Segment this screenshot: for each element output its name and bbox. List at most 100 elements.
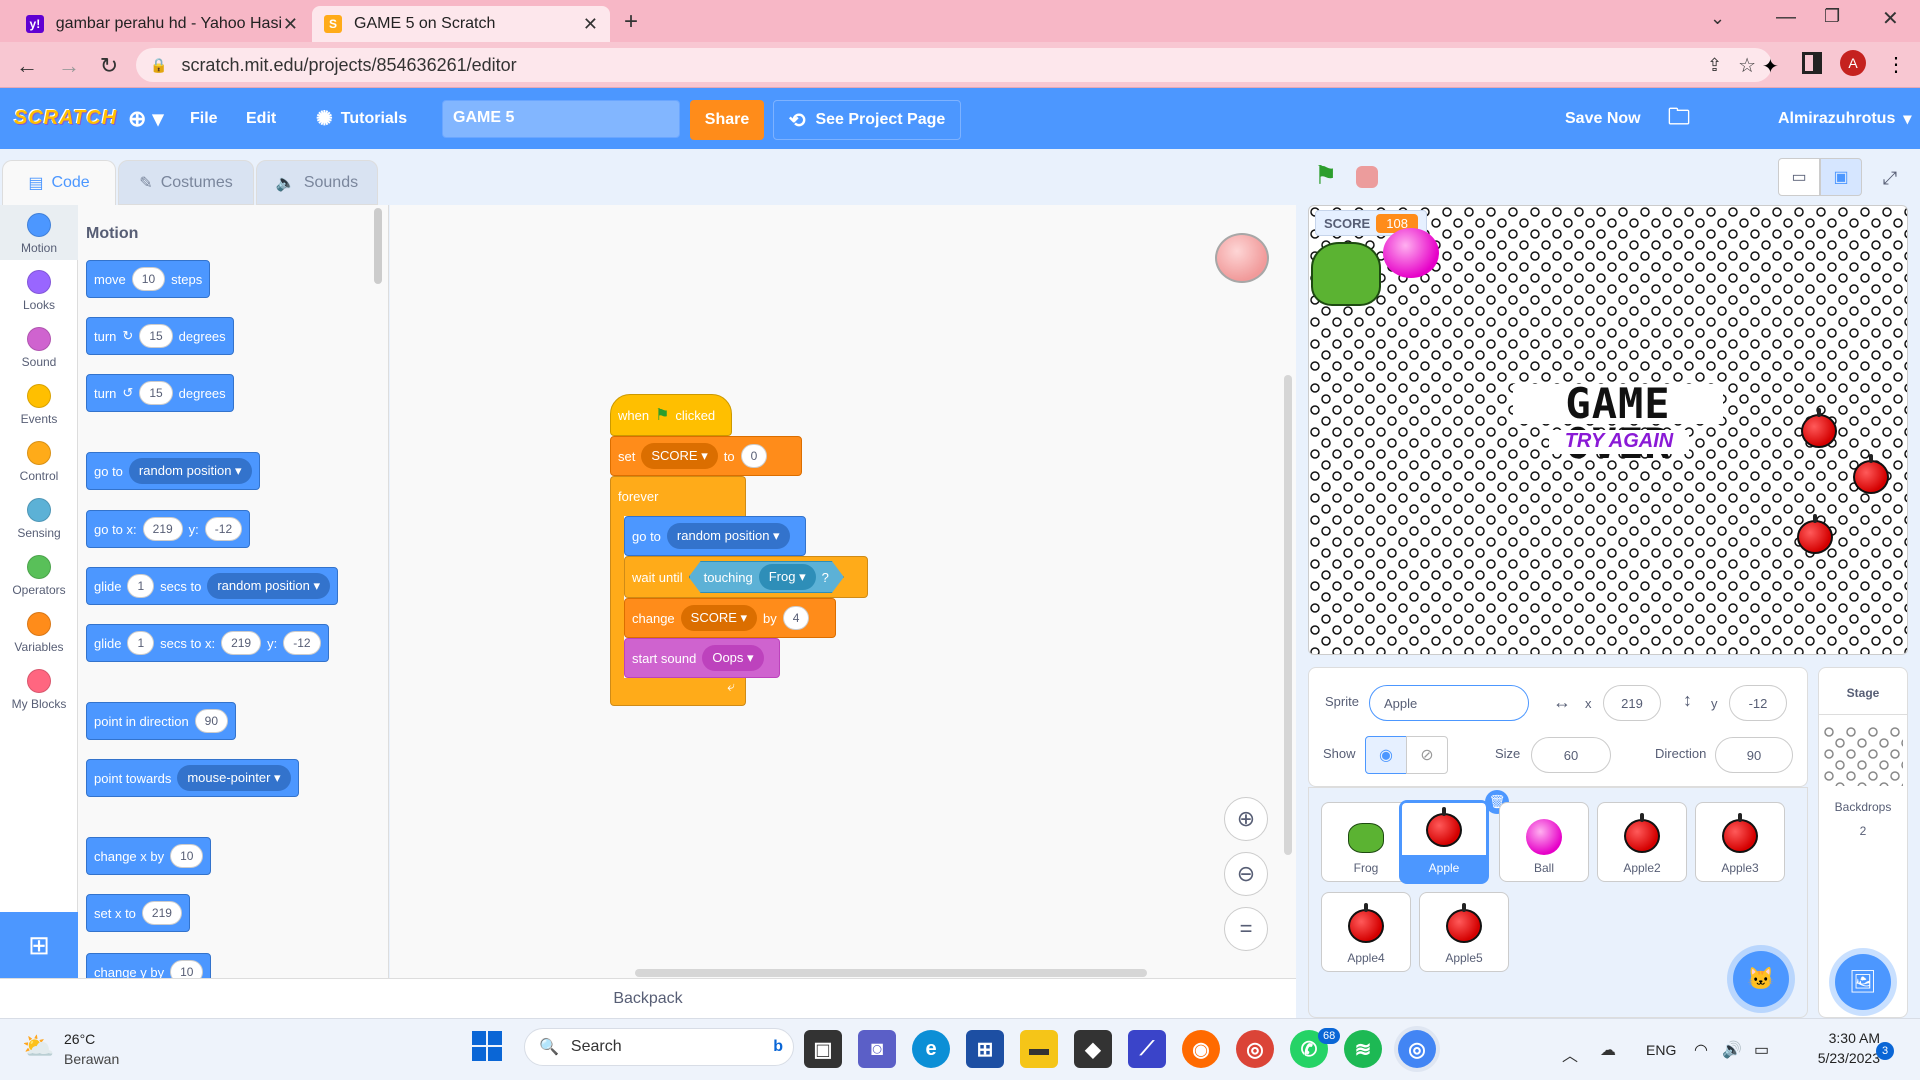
project-title-input[interactable]: GAME 5: [442, 100, 680, 138]
sprite-tile-ball[interactable]: Ball: [1499, 802, 1589, 882]
goto-dropdown[interactable]: random position ▾: [128, 458, 252, 484]
forever-block[interactable]: forever: [610, 476, 746, 516]
ball-sprite[interactable]: [1383, 228, 1439, 278]
category-variables[interactable]: Variables: [0, 604, 78, 661]
go-to-random-block[interactable]: go to random position ▾: [624, 516, 806, 556]
wifi-icon[interactable]: ◠: [1694, 1040, 1708, 1060]
frog-sprite[interactable]: [1311, 242, 1381, 306]
file-explorer-icon[interactable]: ▬: [1020, 1030, 1058, 1068]
when-flag-clicked-block[interactable]: when ⚑ clicked: [610, 394, 732, 436]
small-stage-icon[interactable]: ▭: [1778, 158, 1820, 196]
firefox-icon[interactable]: ◉: [1182, 1030, 1220, 1068]
move-block[interactable]: move 10 steps: [86, 260, 211, 298]
tab-sounds[interactable]: 🔈 Sounds: [256, 160, 378, 205]
apple-sprite[interactable]: [1797, 514, 1833, 554]
chrome-menu-icon[interactable]: ⋮: [1886, 52, 1906, 77]
glide-xy-block[interactable]: glide 1 secs to x: 219 y: -12: [86, 624, 329, 662]
edge-icon[interactable]: e: [912, 1030, 950, 1068]
battery-icon[interactable]: ▭: [1754, 1040, 1769, 1060]
sprite-name-input[interactable]: Apple: [1369, 685, 1529, 721]
tab-code[interactable]: ▤ Code: [2, 160, 116, 205]
network-cloud-icon[interactable]: ☁: [1600, 1040, 1616, 1060]
forward-icon[interactable]: →: [56, 53, 82, 79]
share-button[interactable]: Share: [690, 100, 764, 140]
side-panel-icon[interactable]: [1802, 52, 1822, 74]
sound-dropdown[interactable]: Oops ▾: [702, 645, 764, 671]
choose-backdrop-icon[interactable]: 🖼: [1835, 954, 1891, 1010]
windows-start-icon[interactable]: [472, 1031, 502, 1061]
turn-left-block[interactable]: turn ↺ 15 degrees: [86, 374, 234, 412]
variable-dropdown[interactable]: SCORE ▾: [680, 605, 758, 631]
app-stats-icon[interactable]: ⟋: [1128, 1030, 1166, 1068]
zoom-out-icon[interactable]: ⊖: [1224, 852, 1268, 896]
stage-selector[interactable]: Stage Backdrops 2 🖼: [1818, 667, 1908, 1018]
edit-menu[interactable]: Edit: [246, 88, 276, 149]
notification-count[interactable]: 3: [1876, 1042, 1894, 1060]
category-my-blocks[interactable]: My Blocks: [0, 661, 78, 718]
category-events[interactable]: Events: [0, 376, 78, 433]
restore-icon[interactable]: ❐: [1824, 6, 1840, 27]
chrome-active-icon[interactable]: ◎: [1398, 1030, 1436, 1068]
variable-dropdown[interactable]: SCORE ▾: [641, 443, 718, 469]
stage-canvas[interactable]: SCORE 108 GAME OVER TRY AGAIN: [1308, 205, 1908, 655]
extensions-puzzle-icon[interactable]: ✦: [1762, 54, 1779, 79]
start-sound-block[interactable]: start sound Oops ▾: [624, 638, 780, 678]
tab-yahoo[interactable]: y! gambar perahu hd - Yahoo Hasil ✕: [14, 6, 310, 42]
backpack-bar[interactable]: Backpack: [0, 978, 1296, 1018]
spotify-icon[interactable]: ≋: [1344, 1030, 1382, 1068]
new-tab-icon[interactable]: +: [624, 8, 638, 36]
category-looks[interactable]: Looks: [0, 262, 78, 319]
apple-sprite[interactable]: [1853, 454, 1889, 494]
zoom-reset-icon[interactable]: =: [1224, 907, 1268, 951]
volume-icon[interactable]: 🔊: [1722, 1040, 1742, 1060]
sprite-tile-apple4[interactable]: Apple4: [1321, 892, 1411, 972]
glide-dropdown[interactable]: random position ▾: [207, 573, 330, 599]
tutorials-button[interactable]: ✺ Tutorials: [316, 88, 407, 149]
wait-until-block[interactable]: wait until touching Frog ▾?: [624, 556, 868, 598]
point-in-direction-block[interactable]: point in direction 90: [86, 702, 237, 740]
tab-costumes[interactable]: ✎ Costumes: [118, 160, 254, 205]
url-bar[interactable]: 🔒 scratch.mit.edu/projects/854636261/edi…: [136, 48, 1772, 82]
size-input[interactable]: 60: [1531, 737, 1611, 773]
sprite-tile-frog[interactable]: Frog: [1321, 802, 1411, 882]
touching-sensor[interactable]: touching Frog ▾?: [689, 561, 844, 593]
touching-dropdown[interactable]: Frog ▾: [759, 564, 816, 590]
my-stuff-folder-icon[interactable]: 🗀: [1668, 88, 1690, 149]
task-view-icon[interactable]: ▣: [804, 1030, 842, 1068]
go-to-block[interactable]: go to random position ▾: [86, 452, 260, 490]
workspace-vertical-scrollbar[interactable]: [1284, 375, 1292, 855]
stop-icon[interactable]: [1356, 166, 1378, 188]
language-globe-icon[interactable]: ⊕ ▾: [128, 88, 164, 149]
tab-scratch[interactable]: S GAME 5 on Scratch ✕: [312, 6, 610, 42]
palette-scrollbar[interactable]: [374, 208, 382, 284]
minimize-icon[interactable]: —: [1776, 6, 1796, 29]
close-tab-icon[interactable]: ✕: [583, 14, 598, 35]
sprite-tile-apple3[interactable]: Apple3: [1695, 802, 1785, 882]
reload-icon[interactable]: ↻: [96, 53, 122, 79]
account-menu[interactable]: Almirazuhrotus ▾: [1778, 88, 1911, 149]
point-towards-dropdown[interactable]: mouse-pointer ▾: [177, 765, 291, 791]
glide-block[interactable]: glide 1 secs to random position ▾: [86, 567, 338, 605]
green-flag-icon[interactable]: ⚑: [1314, 160, 1337, 191]
point-towards-block[interactable]: point towards mouse-pointer ▾: [86, 759, 299, 797]
store-icon[interactable]: ⊞: [966, 1030, 1004, 1068]
x-position-input[interactable]: 219: [1603, 685, 1661, 721]
direction-input[interactable]: 90: [1715, 737, 1793, 773]
choose-sprite-cat-icon[interactable]: 🐱: [1733, 951, 1789, 1007]
set-x-block[interactable]: set x to 219: [86, 894, 190, 932]
hide-eye-icon[interactable]: ⊘: [1406, 736, 1448, 774]
category-sound[interactable]: Sound: [0, 319, 78, 376]
category-sensing[interactable]: Sensing: [0, 490, 78, 547]
apple-sprite[interactable]: [1801, 408, 1837, 448]
back-icon[interactable]: ←: [14, 53, 40, 79]
y-position-input[interactable]: -12: [1729, 685, 1787, 721]
chrome-icon[interactable]: ◎: [1236, 1030, 1274, 1068]
change-y-block[interactable]: change y by 10: [86, 953, 212, 978]
workspace-horizontal-scrollbar[interactable]: [635, 969, 1147, 977]
zoom-in-icon[interactable]: ⊕: [1224, 797, 1268, 841]
close-window-icon[interactable]: ✕: [1882, 6, 1899, 31]
sprite-tile-apple5[interactable]: Apple5: [1419, 892, 1509, 972]
category-operators[interactable]: Operators: [0, 547, 78, 604]
change-x-block[interactable]: change x by 10: [86, 837, 212, 875]
add-extension-button[interactable]: ⊞: [0, 912, 78, 978]
